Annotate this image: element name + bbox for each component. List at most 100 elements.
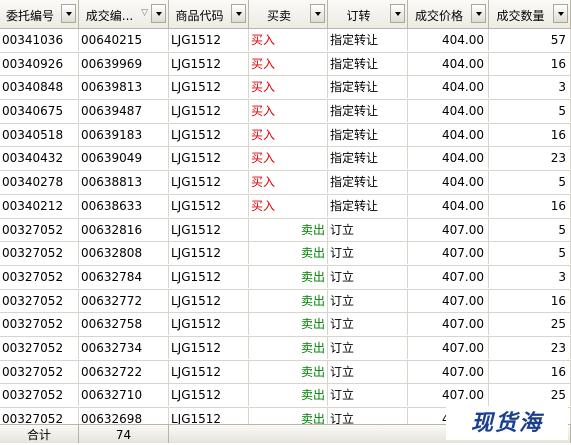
cell-open-close: 指定转让: [328, 194, 408, 217]
summary-count: 74: [79, 425, 169, 443]
cell-product-code: LJG1512: [169, 289, 249, 312]
cell-product-code: LJG1512: [169, 52, 249, 75]
table-row[interactable]: 00340278 00638813 LJG1512 买入 指定转让 404.00 5: [0, 171, 571, 195]
table-row[interactable]: 00327052 00632772 LJG1512 卖出 订立 407.00 16: [0, 289, 571, 314]
table-row[interactable]: 00327052 00632734 LJG1512 卖出 订立 407.00 23: [0, 336, 571, 361]
cell-side: 买入: [249, 52, 328, 75]
cell-side: 买入: [249, 100, 328, 123]
cell-trade-id: 00632722: [79, 360, 169, 383]
cell-open-close: 订立: [328, 289, 408, 312]
cell-price: 404.00: [408, 194, 489, 217]
col-header-order-id[interactable]: 委托编号: [0, 0, 79, 28]
cell-quantity: 5: [489, 171, 571, 194]
cell-quantity: 16: [489, 289, 571, 312]
col-header-label: 成交编...: [85, 9, 134, 23]
cell-trade-id: 00632758: [79, 313, 169, 336]
cell-order-id: 00327052: [0, 384, 79, 407]
cell-product-code: LJG1512: [169, 384, 249, 407]
cell-side: 卖出: [249, 289, 328, 312]
dropdown-arrow-icon[interactable]: [151, 4, 166, 23]
cell-open-close: 指定转让: [328, 100, 408, 123]
cell-order-id: 00327052: [0, 313, 79, 336]
cell-open-close: 指定转让: [328, 171, 408, 194]
col-header-price[interactable]: 成交价格: [408, 0, 489, 28]
col-header-trade-id[interactable]: 成交编... ▽: [79, 0, 169, 28]
table-row[interactable]: 00327052 00632808 LJG1512 卖出 订立 407.00 5: [0, 242, 571, 266]
cell-quantity: 3: [489, 265, 571, 288]
cell-order-id: 00327052: [0, 336, 79, 359]
cell-trade-id: 00638813: [79, 171, 169, 194]
cell-quantity: 23: [489, 336, 571, 359]
cell-quantity: 25: [489, 384, 571, 407]
cell-open-close: 订立: [328, 360, 408, 383]
cell-product-code: LJG1512: [169, 123, 249, 146]
table-row[interactable]: 00327052 00632722 LJG1512 卖出 订立 407.00 16: [0, 360, 571, 385]
table-row[interactable]: 00340848 00639813 LJG1512 买入 指定转让 404.00 3: [0, 76, 571, 101]
cell-order-id: 00327052: [0, 218, 79, 241]
sort-indicator-icon: ▽: [141, 8, 148, 18]
table-row[interactable]: 00327052 00632816 LJG1512 卖出 订立 407.00 5: [0, 218, 571, 243]
table-row[interactable]: 00327052 00632710 LJG1512 卖出 订立 407.00 25: [0, 384, 571, 408]
table-row[interactable]: 00340212 00638633 LJG1512 买入 指定转让 404.00 16: [0, 194, 571, 219]
cell-trade-id: 00639183: [79, 123, 169, 146]
dropdown-arrow-icon[interactable]: [310, 4, 325, 23]
table-row[interactable]: 00340518 00639183 LJG1512 买入 指定转让 404.00 16: [0, 123, 571, 148]
cell-quantity: 16: [489, 52, 571, 75]
col-header-label: 订转: [346, 9, 371, 23]
dropdown-arrow-icon[interactable]: [61, 4, 76, 23]
col-header-label: 成交数量: [496, 9, 545, 23]
col-header-quantity[interactable]: 成交数量: [489, 0, 571, 28]
cell-product-code: LJG1512: [169, 171, 249, 194]
cell-side: 买入: [249, 29, 328, 51]
table-row[interactable]: 00341036 00640215 LJG1512 买入 指定转让 404.00 57: [0, 29, 571, 53]
cell-quantity: 57: [489, 29, 571, 51]
dropdown-arrow-icon[interactable]: [471, 4, 486, 23]
cell-quantity: 5: [489, 242, 571, 265]
cell-product-code: LJG1512: [169, 265, 249, 288]
table-row[interactable]: 00340432 00639049 LJG1512 买入 指定转让 404.00 23: [0, 147, 571, 172]
cell-product-code: LJG1512: [169, 336, 249, 359]
cell-order-id: 00340675: [0, 100, 79, 123]
cell-trade-id: 00639487: [79, 100, 169, 123]
cell-product-code: LJG1512: [169, 76, 249, 99]
cell-product-code: LJG1512: [169, 147, 249, 170]
col-header-product-code[interactable]: 商品代码: [169, 0, 249, 28]
dropdown-arrow-icon[interactable]: [390, 4, 405, 23]
cell-product-code: LJG1512: [169, 100, 249, 123]
grid-body: 00341036 00640215 LJG1512 买入 指定转让 404.00 57 003…: [0, 29, 571, 432]
cell-order-id: 00340278: [0, 171, 79, 194]
col-header-label: 委托编号: [5, 9, 54, 23]
col-header-label: 买卖: [266, 9, 291, 23]
table-row[interactable]: 00327052 00632758 LJG1512 卖出 订立 407.00 25: [0, 313, 571, 337]
cell-order-id: 00327052: [0, 289, 79, 312]
table-row[interactable]: 00327052 00632784 LJG1512 卖出 订立 407.00 3: [0, 265, 571, 290]
cell-product-code: LJG1512: [169, 360, 249, 383]
cell-quantity: 3: [489, 76, 571, 99]
cell-trade-id: 00639969: [79, 52, 169, 75]
cell-trade-id: 00632772: [79, 289, 169, 312]
col-header-open-close[interactable]: 订转: [328, 0, 408, 28]
cell-open-close: 指定转让: [328, 76, 408, 99]
cell-quantity: 23: [489, 147, 571, 170]
cell-quantity: 5: [489, 218, 571, 241]
cell-price: 407.00: [408, 360, 489, 383]
dropdown-arrow-icon[interactable]: [231, 4, 246, 23]
cell-order-id: 00340518: [0, 123, 79, 146]
cell-price: 407.00: [408, 336, 489, 359]
cell-price: 404.00: [408, 171, 489, 194]
grid-header: 委托编号 成交编... ▽ 商品代码 买卖 订转 成交价格 成交数量: [0, 0, 571, 29]
cell-trade-id: 00638633: [79, 194, 169, 217]
dropdown-arrow-icon[interactable]: [553, 4, 568, 23]
cell-trade-id: 00632808: [79, 242, 169, 265]
cell-quantity: 25: [489, 313, 571, 336]
cell-side: 卖出: [249, 384, 328, 407]
cell-side: 买入: [249, 147, 328, 170]
col-header-label: 商品代码: [175, 9, 224, 23]
cell-side: 买入: [249, 194, 328, 217]
cell-open-close: 指定转让: [328, 52, 408, 75]
table-row[interactable]: 00340926 00639969 LJG1512 买入 指定转让 404.00 16: [0, 52, 571, 77]
table-row[interactable]: 00340675 00639487 LJG1512 买入 指定转让 404.00 5: [0, 100, 571, 124]
cell-trade-id: 00632816: [79, 218, 169, 241]
col-header-side[interactable]: 买卖: [249, 0, 328, 28]
cell-trade-id: 00632710: [79, 384, 169, 407]
